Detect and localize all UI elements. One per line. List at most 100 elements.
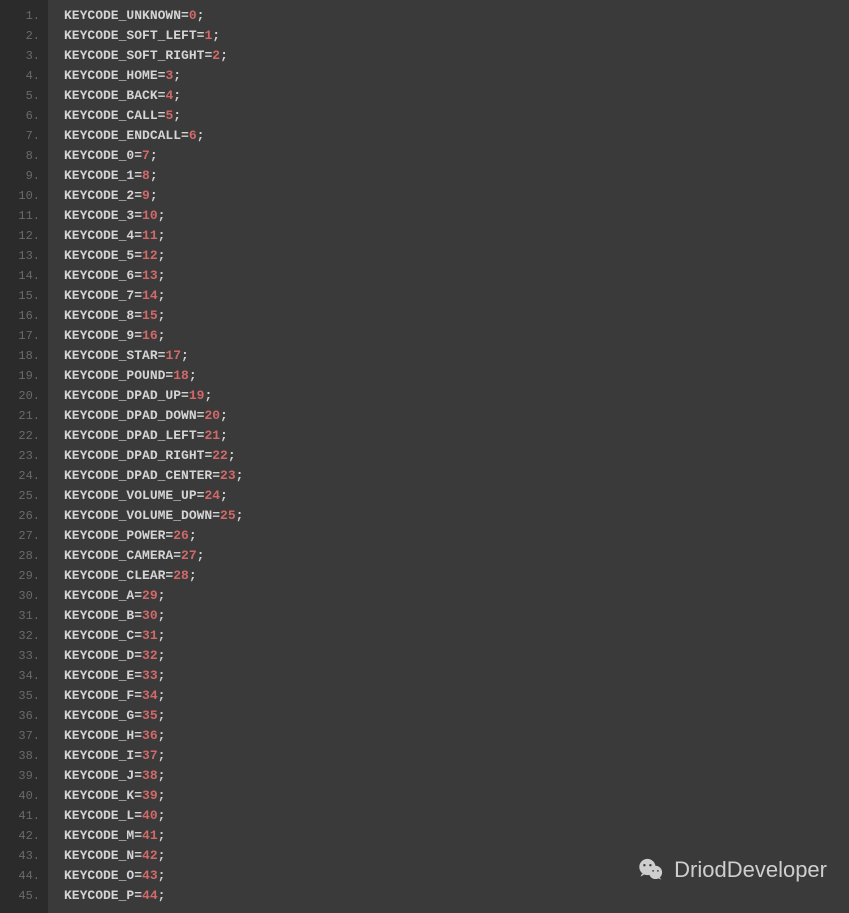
token-equals: = bbox=[134, 208, 142, 223]
token-identifier: KEYCODE_4 bbox=[64, 228, 134, 243]
token-number: 35 bbox=[142, 708, 158, 723]
token-number: 25 bbox=[220, 508, 236, 523]
token-semicolon: ; bbox=[158, 588, 166, 603]
token-semicolon: ; bbox=[158, 328, 166, 343]
token-identifier: KEYCODE_6 bbox=[64, 268, 134, 283]
line-number: 41. bbox=[0, 806, 48, 826]
token-identifier: KEYCODE_G bbox=[64, 708, 134, 723]
token-semicolon: ; bbox=[158, 228, 166, 243]
code-line: KEYCODE_DPAD_RIGHT=22; bbox=[64, 446, 849, 466]
code-area[interactable]: KEYCODE_UNKNOWN=0;KEYCODE_SOFT_LEFT=1;KE… bbox=[48, 0, 849, 913]
code-line: KEYCODE_DPAD_UP=19; bbox=[64, 386, 849, 406]
line-number: 7. bbox=[0, 126, 48, 146]
code-line: KEYCODE_POWER=26; bbox=[64, 526, 849, 546]
token-number: 33 bbox=[142, 668, 158, 683]
line-number: 22. bbox=[0, 426, 48, 446]
token-number: 42 bbox=[142, 848, 158, 863]
token-identifier: KEYCODE_CAMERA bbox=[64, 548, 173, 563]
line-number: 28. bbox=[0, 546, 48, 566]
token-equals: = bbox=[134, 248, 142, 263]
line-number: 13. bbox=[0, 246, 48, 266]
wechat-icon bbox=[636, 855, 666, 885]
token-semicolon: ; bbox=[158, 828, 166, 843]
line-number: 31. bbox=[0, 606, 48, 626]
token-identifier: KEYCODE_1 bbox=[64, 168, 134, 183]
token-semicolon: ; bbox=[158, 608, 166, 623]
token-semicolon: ; bbox=[220, 488, 228, 503]
token-number: 28 bbox=[173, 568, 189, 583]
token-number: 9 bbox=[142, 188, 150, 203]
token-equals: = bbox=[134, 288, 142, 303]
token-number: 30 bbox=[142, 608, 158, 623]
token-semicolon: ; bbox=[150, 168, 158, 183]
token-number: 26 bbox=[173, 528, 189, 543]
token-number: 22 bbox=[212, 448, 228, 463]
token-semicolon: ; bbox=[158, 288, 166, 303]
token-number: 39 bbox=[142, 788, 158, 803]
line-number: 37. bbox=[0, 726, 48, 746]
token-number: 41 bbox=[142, 828, 158, 843]
code-line: KEYCODE_5=12; bbox=[64, 246, 849, 266]
token-equals: = bbox=[181, 8, 189, 23]
code-line: KEYCODE_H=36; bbox=[64, 726, 849, 746]
code-line: KEYCODE_8=15; bbox=[64, 306, 849, 326]
token-equals: = bbox=[134, 188, 142, 203]
token-semicolon: ; bbox=[236, 508, 244, 523]
token-equals: = bbox=[173, 548, 181, 563]
token-semicolon: ; bbox=[158, 688, 166, 703]
token-semicolon: ; bbox=[158, 808, 166, 823]
line-number: 1. bbox=[0, 6, 48, 26]
code-line: KEYCODE_G=35; bbox=[64, 706, 849, 726]
token-equals: = bbox=[134, 228, 142, 243]
line-number: 24. bbox=[0, 466, 48, 486]
watermark: DriodDeveloper bbox=[636, 855, 827, 885]
token-equals: = bbox=[134, 328, 142, 343]
code-line: KEYCODE_4=11; bbox=[64, 226, 849, 246]
token-identifier: KEYCODE_K bbox=[64, 788, 134, 803]
token-identifier: KEYCODE_7 bbox=[64, 288, 134, 303]
code-line: KEYCODE_DPAD_CENTER=23; bbox=[64, 466, 849, 486]
token-identifier: KEYCODE_SOFT_LEFT bbox=[64, 28, 197, 43]
token-identifier: KEYCODE_F bbox=[64, 688, 134, 703]
token-equals: = bbox=[134, 808, 142, 823]
line-number: 3. bbox=[0, 46, 48, 66]
token-identifier: KEYCODE_E bbox=[64, 668, 134, 683]
line-number: 32. bbox=[0, 626, 48, 646]
token-number: 17 bbox=[165, 348, 181, 363]
token-semicolon: ; bbox=[173, 68, 181, 83]
token-semicolon: ; bbox=[197, 8, 205, 23]
line-number: 6. bbox=[0, 106, 48, 126]
token-equals: = bbox=[134, 848, 142, 863]
code-line: KEYCODE_DPAD_DOWN=20; bbox=[64, 406, 849, 426]
token-equals: = bbox=[134, 888, 142, 903]
code-line: KEYCODE_C=31; bbox=[64, 626, 849, 646]
token-identifier: KEYCODE_VOLUME_DOWN bbox=[64, 508, 212, 523]
token-semicolon: ; bbox=[158, 208, 166, 223]
token-number: 0 bbox=[189, 8, 197, 23]
token-number: 32 bbox=[142, 648, 158, 663]
token-equals: = bbox=[134, 868, 142, 883]
token-semicolon: ; bbox=[197, 128, 205, 143]
code-line: KEYCODE_ENDCALL=6; bbox=[64, 126, 849, 146]
line-number: 40. bbox=[0, 786, 48, 806]
token-identifier: KEYCODE_VOLUME_UP bbox=[64, 488, 197, 503]
token-number: 31 bbox=[142, 628, 158, 643]
token-equals: = bbox=[134, 148, 142, 163]
token-number: 34 bbox=[142, 688, 158, 703]
line-number: 36. bbox=[0, 706, 48, 726]
line-number: 4. bbox=[0, 66, 48, 86]
token-number: 37 bbox=[142, 748, 158, 763]
line-number: 44. bbox=[0, 866, 48, 886]
token-identifier: KEYCODE_STAR bbox=[64, 348, 158, 363]
token-equals: = bbox=[134, 648, 142, 663]
token-number: 15 bbox=[142, 308, 158, 323]
token-semicolon: ; bbox=[220, 408, 228, 423]
token-identifier: KEYCODE_3 bbox=[64, 208, 134, 223]
code-line: KEYCODE_L=40; bbox=[64, 806, 849, 826]
code-line: KEYCODE_VOLUME_UP=24; bbox=[64, 486, 849, 506]
token-semicolon: ; bbox=[158, 628, 166, 643]
token-semicolon: ; bbox=[158, 848, 166, 863]
code-editor: 1.2.3.4.5.6.7.8.9.10.11.12.13.14.15.16.1… bbox=[0, 0, 849, 913]
token-number: 36 bbox=[142, 728, 158, 743]
code-line: KEYCODE_D=32; bbox=[64, 646, 849, 666]
